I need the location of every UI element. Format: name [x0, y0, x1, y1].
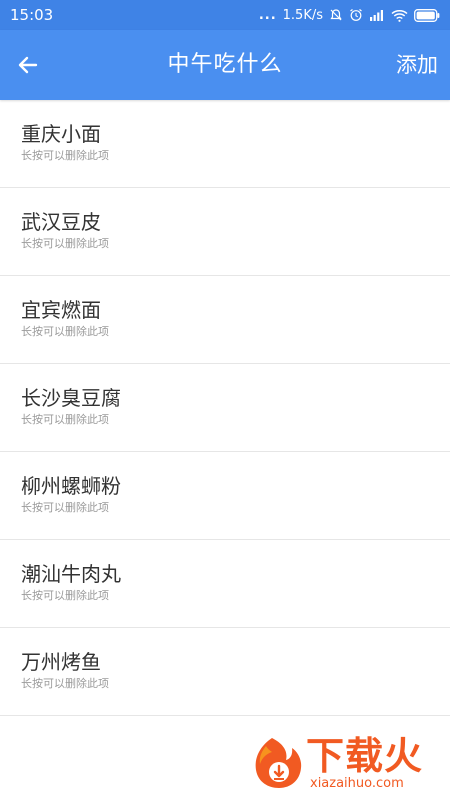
list-item-hint: 长按可以删除此项 — [21, 413, 109, 426]
battery-icon — [414, 8, 440, 22]
list-item-hint: 长按可以删除此项 — [21, 589, 109, 602]
status-icons: ... 1.5K/s — [259, 8, 440, 23]
list-item-hint: 长按可以删除此项 — [21, 149, 109, 162]
list-item-hint: 长按可以删除此项 — [21, 677, 109, 690]
list-item-title: 潮汕牛肉丸 — [21, 562, 121, 586]
add-button[interactable]: 添加 — [396, 30, 438, 100]
list-item-title: 万州烤鱼 — [21, 650, 101, 674]
list-item[interactable]: 宜宾燃面 长按可以删除此项 — [0, 276, 450, 364]
page-title: 中午吃什么 — [167, 52, 283, 77]
status-time: 15:03 — [10, 6, 54, 24]
list-item-hint: 长按可以删除此项 — [21, 325, 109, 338]
list-item[interactable]: 万州烤鱼 长按可以删除此项 — [0, 628, 450, 716]
list-item-hint: 长按可以删除此项 — [21, 237, 109, 250]
list-item-title: 宜宾燃面 — [21, 298, 101, 322]
list-item[interactable]: 长沙臭豆腐 长按可以删除此项 — [0, 364, 450, 452]
list-item-title: 重庆小面 — [21, 122, 101, 146]
watermark-url: xiazaihuo.com — [310, 776, 404, 791]
list-item-title: 长沙臭豆腐 — [21, 386, 121, 410]
signal-icon — [370, 10, 383, 21]
wifi-icon — [391, 9, 408, 22]
mute-bell-icon — [330, 9, 342, 21]
app-bar: 中午吃什么 添加 — [0, 30, 450, 100]
watermark: 下载火 xiazaihuo.com — [252, 734, 442, 794]
list-item[interactable]: 武汉豆皮 长按可以删除此项 — [0, 188, 450, 276]
list-item[interactable]: 柳州螺蛳粉 长按可以删除此项 — [0, 452, 450, 540]
list-item[interactable]: 重庆小面 长按可以删除此项 — [0, 100, 450, 188]
status-dots: ... — [258, 7, 277, 23]
list-item-title: 柳州螺蛳粉 — [21, 474, 121, 498]
food-list: 重庆小面 长按可以删除此项 武汉豆皮 长按可以删除此项 宜宾燃面 长按可以删除此… — [0, 100, 450, 716]
list-item-hint: 长按可以删除此项 — [21, 501, 109, 514]
flame-logo-icon — [255, 738, 302, 788]
alarm-icon — [350, 9, 362, 21]
list-item-title: 武汉豆皮 — [21, 210, 101, 234]
watermark-brand: 下载火 — [306, 734, 424, 778]
status-bar: 15:03 ... 1.5K/s — [0, 0, 450, 30]
network-speed: 1.5K/s — [282, 7, 323, 23]
list-item[interactable]: 潮汕牛肉丸 长按可以删除此项 — [0, 540, 450, 628]
